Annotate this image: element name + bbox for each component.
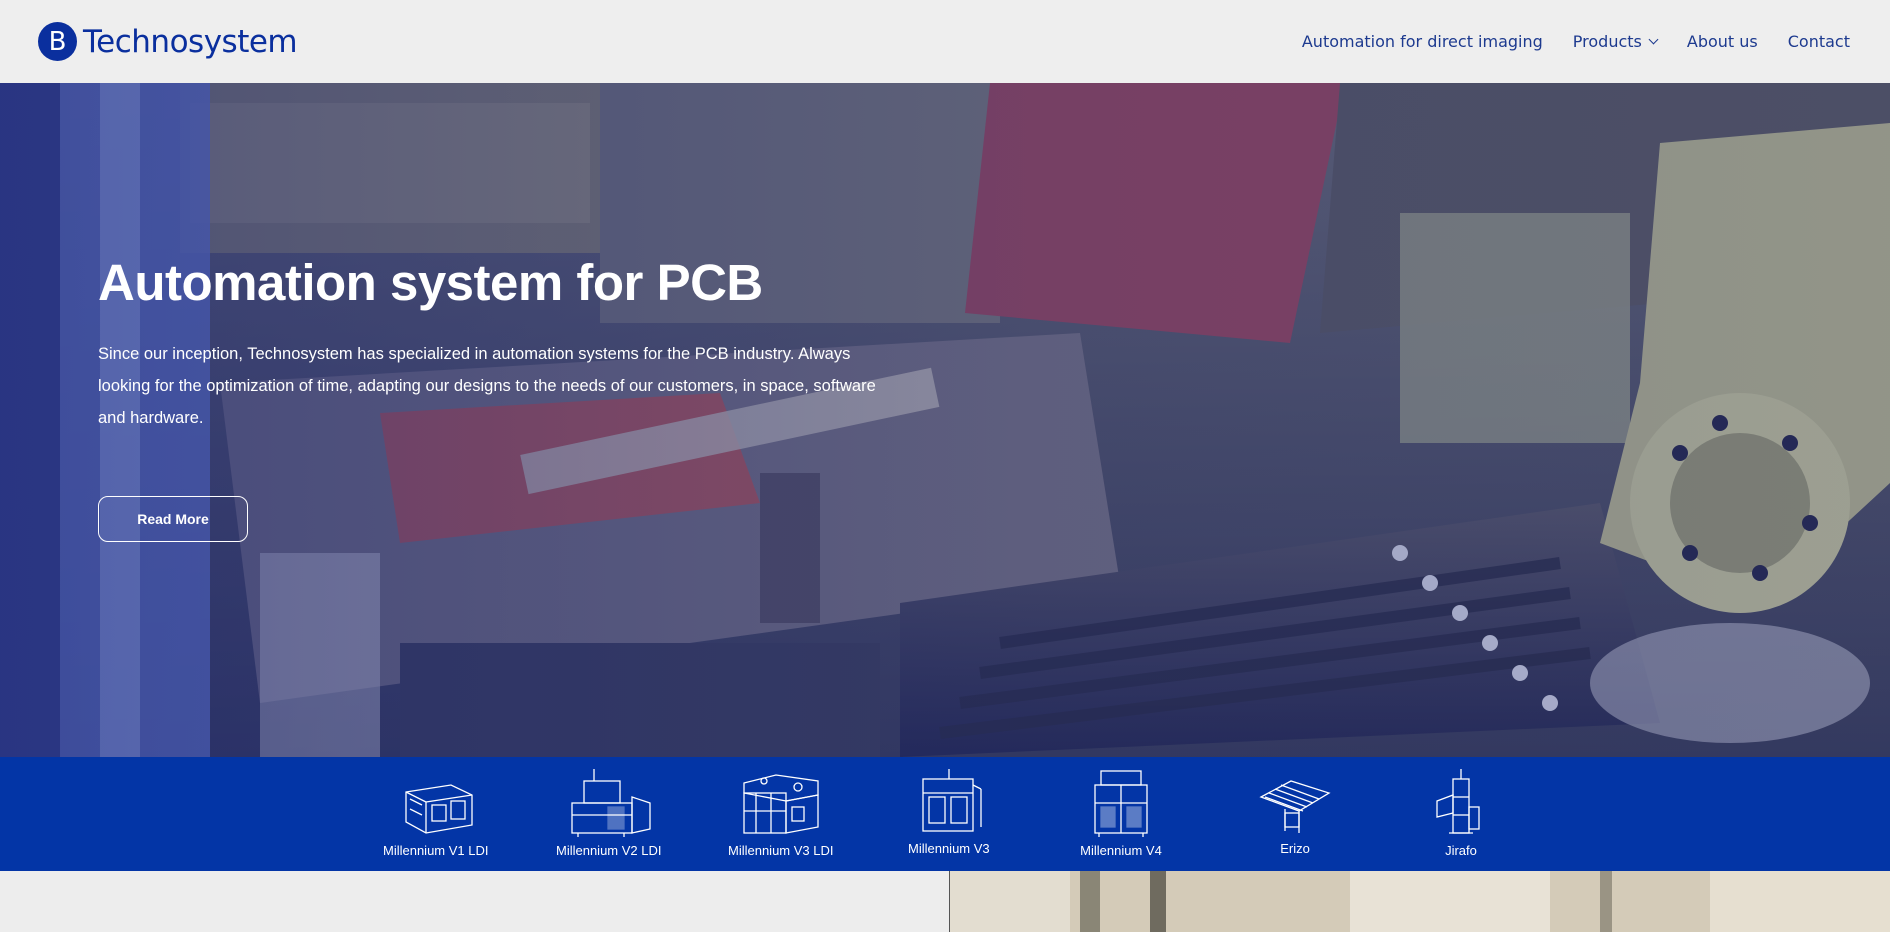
- product-millennium-v3[interactable]: Millennium V3: [908, 767, 990, 856]
- chevron-down-icon: [1648, 34, 1659, 45]
- product-millennium-v1-ldi[interactable]: Millennium V1 LDI: [383, 767, 489, 858]
- logo[interactable]: B Technosystem: [38, 22, 298, 61]
- erizo-icon: [1259, 780, 1331, 833]
- hero-description: Since our inception, Technosystem has sp…: [98, 345, 876, 427]
- nav-label: Contact: [1787, 32, 1850, 51]
- read-more-button[interactable]: Read More: [98, 496, 248, 542]
- product-millennium-v2-ldi[interactable]: Millennium V2 LDI: [556, 767, 662, 858]
- nav-products[interactable]: Products: [1572, 32, 1659, 51]
- product-millennium-v4[interactable]: Millennium V4: [1079, 767, 1163, 858]
- product-label: Erizo: [1280, 841, 1310, 856]
- nav-automation-direct-imaging[interactable]: Automation for direct imaging: [1302, 32, 1543, 51]
- content-section-image: [949, 871, 1890, 932]
- site-header: B Technosystem Automation for direct ima…: [0, 0, 1890, 83]
- product-label: Millennium V3: [908, 841, 990, 856]
- hero-section: Automation system for PCB Since our ince…: [0, 83, 1890, 757]
- hero-content: Automation system for PCB Since our ince…: [98, 253, 898, 434]
- product-jirafo[interactable]: Jirafo: [1423, 767, 1499, 858]
- product-millennium-v3-ldi[interactable]: Millennium V3 LDI: [728, 767, 834, 858]
- product-label: Millennium V3 LDI: [728, 843, 834, 858]
- hero-title: Automation system for PCB: [98, 254, 763, 311]
- brand-name: Technosystem: [83, 23, 298, 60]
- factory-photo: [950, 871, 1890, 932]
- nav-about-us[interactable]: About us: [1687, 32, 1758, 51]
- products-strip: Millennium V1 LDI Millennium V2 LDI Mill…: [0, 757, 1890, 871]
- millennium-v1-ldi-icon: [405, 784, 473, 834]
- millennium-v3-icon: [922, 769, 982, 832]
- nav-contact[interactable]: Contact: [1788, 32, 1850, 51]
- product-label: Millennium V4: [1080, 843, 1162, 858]
- main-nav: Automation for direct imaging Products A…: [1302, 32, 1850, 51]
- content-section-left: [0, 871, 949, 932]
- jirafo-icon: [1436, 769, 1480, 834]
- millennium-v2-ldi-icon: [571, 769, 651, 837]
- nav-label: About us: [1686, 32, 1758, 51]
- product-label: Millennium V1 LDI: [383, 843, 489, 858]
- millennium-v3-ldi-icon: [743, 774, 819, 834]
- nav-label: Products: [1572, 32, 1642, 51]
- product-label: Jirafo: [1445, 843, 1477, 858]
- logo-mark: B: [38, 22, 77, 61]
- millennium-v4-icon: [1094, 770, 1148, 837]
- nav-label: Automation for direct imaging: [1301, 32, 1543, 51]
- product-erizo[interactable]: Erizo: [1255, 767, 1335, 856]
- product-label: Millennium V2 LDI: [556, 843, 662, 858]
